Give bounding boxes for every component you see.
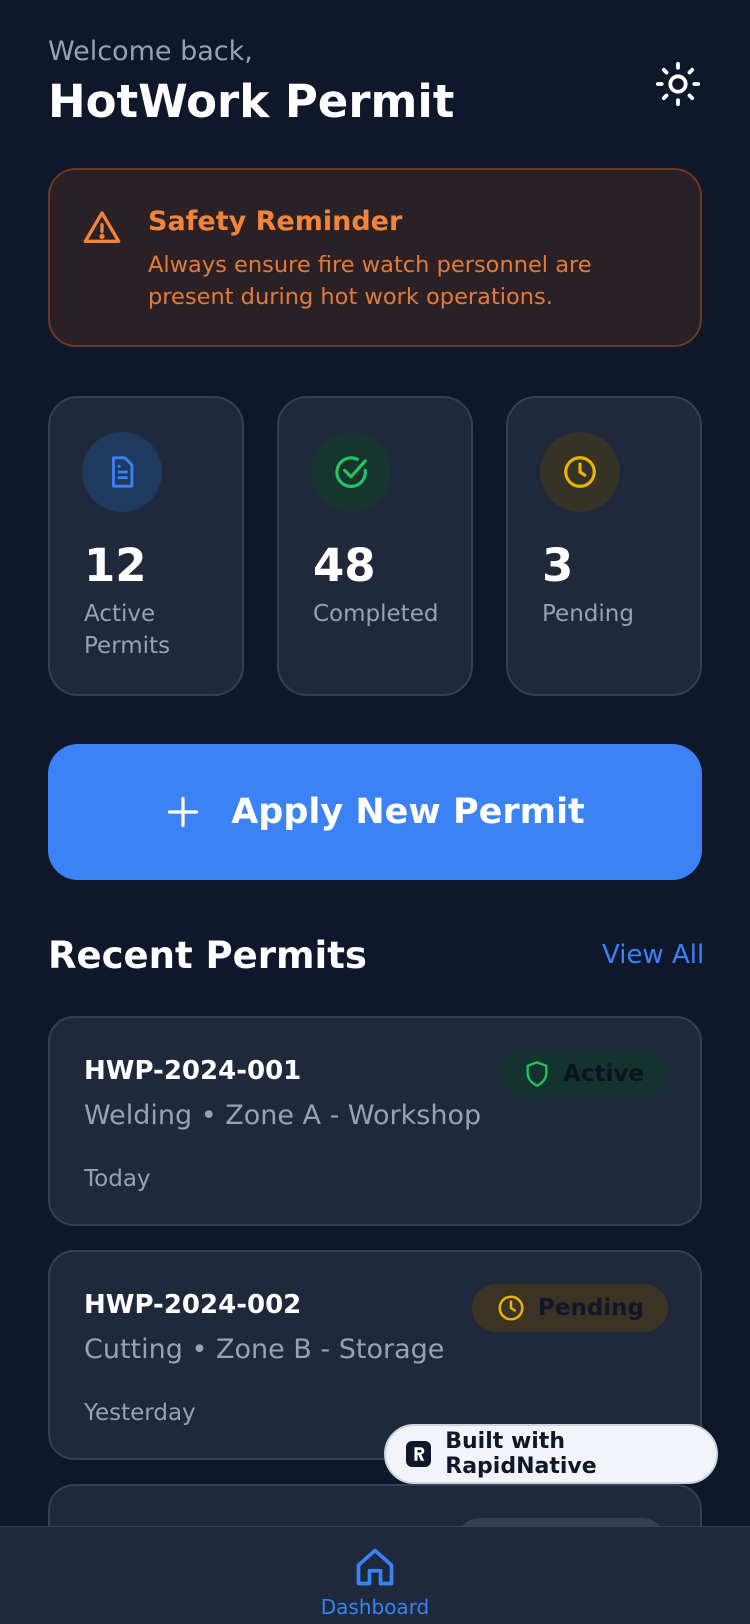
plus-icon bbox=[168, 796, 199, 828]
stat-value: 12 bbox=[84, 539, 147, 592]
stat-value: 48 bbox=[313, 539, 376, 592]
sun-icon bbox=[655, 61, 701, 107]
status-label: Pending bbox=[537, 1295, 644, 1321]
stat-label: Completed bbox=[313, 601, 439, 627]
stat-card-pending[interactable]: 3 Pending bbox=[506, 396, 702, 696]
welcome-text: Welcome back, bbox=[48, 36, 253, 67]
document-icon bbox=[82, 432, 162, 512]
view-all-link[interactable]: View All bbox=[602, 940, 704, 970]
stat-card-active[interactable]: 12 Active Permits bbox=[48, 396, 244, 696]
stat-card-completed[interactable]: 48 Completed bbox=[277, 396, 473, 696]
section-title: Recent Permits bbox=[48, 934, 367, 977]
permit-meta: Welding • Zone A - Workshop bbox=[84, 1100, 482, 1131]
apply-new-permit-button[interactable]: Apply New Permit bbox=[48, 744, 702, 880]
permit-id: HWP-2024-001 bbox=[84, 1056, 302, 1086]
stat-label: Pending bbox=[542, 601, 634, 627]
permit-date: Yesterday bbox=[84, 1400, 196, 1426]
shield-icon bbox=[526, 1061, 548, 1087]
clock-icon bbox=[498, 1295, 524, 1321]
warning-triangle-icon bbox=[82, 208, 122, 252]
check-circle-icon bbox=[311, 432, 391, 512]
rapidnative-logo-icon bbox=[406, 1441, 432, 1467]
clock-icon bbox=[540, 432, 620, 512]
built-with-label: Built with RapidNative bbox=[445, 1429, 597, 1479]
tab-label: Dashboard bbox=[320, 1595, 430, 1619]
stat-value: 3 bbox=[542, 539, 574, 592]
theme-toggle-button[interactable] bbox=[654, 60, 702, 108]
tab-dashboard[interactable]: Dashboard bbox=[320, 1527, 430, 1624]
stat-label: Active Permits bbox=[84, 601, 171, 659]
home-icon bbox=[356, 1548, 394, 1586]
reminder-title: Safety Reminder bbox=[148, 206, 403, 237]
built-with-badge[interactable]: Built with RapidNative bbox=[384, 1424, 718, 1484]
reminder-text: Always ensure fire watch personnel are p… bbox=[148, 252, 592, 310]
bottom-tab-bar: Dashboard bbox=[0, 1526, 750, 1624]
permit-meta: Cutting • Zone B - Storage bbox=[84, 1334, 445, 1365]
permit-date: Today bbox=[84, 1166, 151, 1192]
safety-reminder-card: Safety Reminder Always ensure fire watch… bbox=[48, 168, 702, 347]
permit-id: HWP-2024-002 bbox=[84, 1290, 302, 1320]
status-label: Active bbox=[563, 1061, 644, 1087]
permit-card[interactable]: HWP-2024-001 Welding • Zone A - Workshop… bbox=[48, 1016, 702, 1226]
page-title: HotWork Permit bbox=[48, 75, 455, 128]
status-badge: Pending bbox=[471, 1284, 668, 1332]
status-badge: Active bbox=[499, 1050, 668, 1098]
dashboard-screen: Welcome back, HotWork Permit Safety Remi… bbox=[0, 0, 750, 1624]
apply-button-label: Apply New Permit bbox=[231, 792, 585, 832]
header: Welcome back, HotWork Permit bbox=[48, 34, 454, 132]
